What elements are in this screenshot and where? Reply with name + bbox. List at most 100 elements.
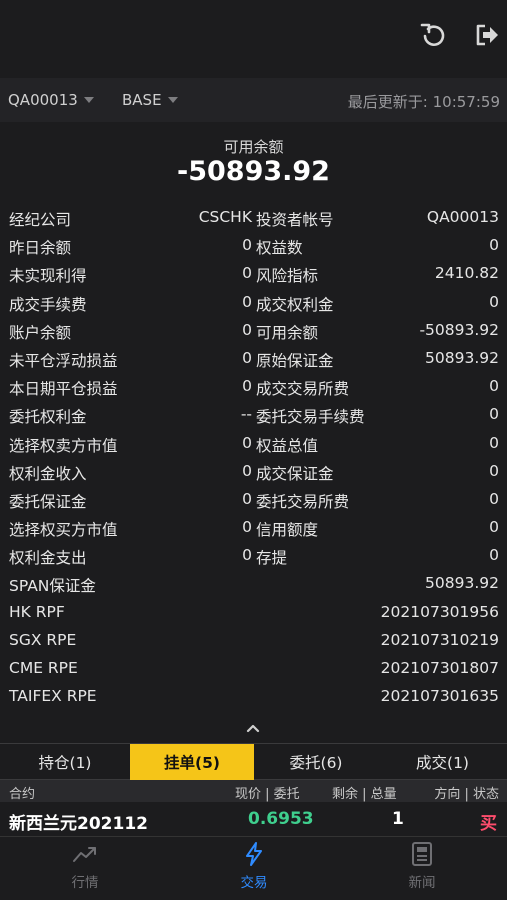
list-item: 本日期平仓损益 0 成交交易所费 0	[0, 373, 507, 401]
tab-pending-orders[interactable]: 挂单(5)	[130, 744, 254, 780]
field-label: 成交权利金	[256, 295, 334, 314]
tab-fills[interactable]: 成交(1)	[378, 744, 507, 780]
balance-label: 可用余额	[223, 138, 284, 156]
field-value: 0	[489, 236, 499, 255]
list-item: CME RPE 202107301807	[0, 655, 507, 683]
account-selector-label: QA00013	[8, 91, 78, 109]
field-value: 0	[242, 461, 252, 480]
field-value: 0	[242, 546, 252, 565]
trend-line-icon	[73, 847, 96, 862]
newspaper-icon	[412, 842, 432, 866]
field-label: 经纪公司	[9, 211, 72, 229]
tab-orders[interactable]: 委托(6)	[254, 744, 378, 780]
field-value: 0	[489, 546, 499, 565]
list-item: 未实现利得 0 风险指标 2410.82	[0, 260, 507, 288]
field-label: 成交手续费	[9, 295, 87, 314]
field-label: 权益数	[256, 239, 303, 258]
last-updated: 最后更新于: 10:57:59	[347, 93, 500, 111]
list-item: 委托保证金 0 委托交易所费 0	[0, 486, 507, 514]
logout-button[interactable]	[470, 18, 504, 52]
table-row[interactable]: 新西兰元202112 0.6953 1 买	[0, 803, 507, 837]
list-item: 委托权利金 -- 委托交易手续费 0	[0, 401, 507, 429]
account-selector[interactable]: QA00013	[8, 91, 94, 109]
refresh-icon	[420, 23, 445, 46]
table-header: 合约 现价 | 委托 剩余 | 总量 方向 | 状态	[0, 780, 507, 802]
header-qty: 剩余 | 总量	[332, 787, 397, 802]
field-value: 0	[242, 264, 252, 283]
list-item: 账户余额 0 可用余额 -50893.92	[0, 317, 507, 345]
order-price: 0.6953	[248, 809, 314, 829]
chevron-down-icon	[167, 97, 178, 103]
field-value: 0	[242, 377, 252, 396]
list-item: 未平仓浮动损益 0 原始保证金 50893.92	[0, 345, 507, 373]
field-label: HK RPF	[9, 602, 65, 621]
nav-news[interactable]: 新闻	[372, 841, 472, 897]
field-label: 信用额度	[256, 521, 319, 540]
header-price: 现价 | 委托	[235, 787, 300, 802]
list-item: 昨日余额 0 权益数 0	[0, 232, 507, 260]
field-value: 0	[489, 377, 499, 396]
field-label: CME RPE	[9, 659, 78, 677]
order-direction: 买	[480, 814, 497, 834]
nav-news-label: 新闻	[408, 875, 436, 891]
field-value: 0	[489, 489, 499, 508]
field-value: CSCHK	[198, 208, 252, 226]
field-value: 202107301635	[380, 687, 499, 706]
field-label: 选择权买方市值	[9, 521, 118, 540]
field-value: 0	[489, 292, 499, 311]
refresh-button[interactable]	[416, 18, 450, 52]
tab-positions[interactable]: 持仓(1)	[0, 744, 130, 780]
list-item: SGX RPE 202107310219	[0, 627, 507, 655]
bottom-nav: 行情 交易 新闻	[0, 837, 507, 900]
account-bar: QA00013 BASE 最后更新于: 10:57:59	[0, 78, 507, 122]
list-item: 权利金收入 0 成交保证金 0	[0, 458, 507, 486]
list-item: 权利金支出 0 存提 0	[0, 542, 507, 570]
list-item: 成交手续费 0 成交权利金 0	[0, 289, 507, 317]
list-item: SPAN保证金 50893.92	[0, 570, 507, 598]
order-quantity: 1	[392, 809, 404, 829]
field-value: QA00013	[426, 208, 499, 226]
nav-trade[interactable]: 交易	[204, 841, 304, 897]
field-value: 0	[242, 292, 252, 311]
field-label: 权利金收入	[9, 464, 87, 483]
order-tabs: 持仓(1) 挂单(5) 委托(6) 成交(1)	[0, 743, 507, 780]
field-value: 0	[489, 461, 499, 480]
expand-button[interactable]	[243, 718, 263, 738]
field-value: 0	[489, 433, 499, 452]
field-label: 风险指标	[256, 267, 319, 286]
chevron-up-icon	[246, 724, 260, 733]
nav-market[interactable]: 行情	[35, 841, 135, 897]
field-value: 50893.92	[425, 348, 499, 367]
field-label: SPAN保证金	[9, 577, 96, 596]
field-value: 0	[242, 320, 252, 339]
list-item: 选择权买方市值 0 信用额度 0	[0, 514, 507, 542]
nav-trade-label: 交易	[240, 875, 268, 891]
field-value: 0	[489, 518, 499, 537]
field-label: SGX RPE	[9, 630, 77, 649]
currency-selector-label: BASE	[122, 91, 162, 109]
logout-icon	[476, 24, 498, 46]
header-contract: 合约	[9, 787, 36, 802]
field-label: 未实现利得	[9, 267, 87, 286]
field-value: 0	[242, 433, 252, 452]
list-item: TAIFEX RPE 202107301635	[0, 683, 507, 711]
list-item: 经纪公司 CSCHK 投资者帐号 QA00013	[0, 204, 507, 232]
field-label: 昨日余额	[9, 239, 72, 258]
field-value: 0	[242, 236, 252, 255]
list-item: 选择权卖方市值 0 权益总值 0	[0, 430, 507, 458]
field-label: 委托交易手续费	[256, 408, 365, 427]
field-value: 0	[242, 518, 252, 537]
field-value: 0	[242, 348, 252, 367]
field-value: 202107301807	[380, 659, 499, 677]
field-label: 账户余额	[9, 323, 72, 342]
field-label: 存提	[256, 549, 288, 568]
field-label: 权益总值	[256, 436, 319, 455]
order-contract: 新西兰元202112	[9, 814, 148, 834]
field-label: 成交保证金	[256, 464, 334, 483]
field-label: 选择权卖方市值	[9, 436, 118, 455]
lightning-icon	[246, 842, 262, 866]
field-value: 0	[489, 405, 499, 424]
top-bar	[0, 0, 507, 72]
field-label: 委托保证金	[9, 492, 87, 511]
currency-selector[interactable]: BASE	[122, 91, 178, 109]
